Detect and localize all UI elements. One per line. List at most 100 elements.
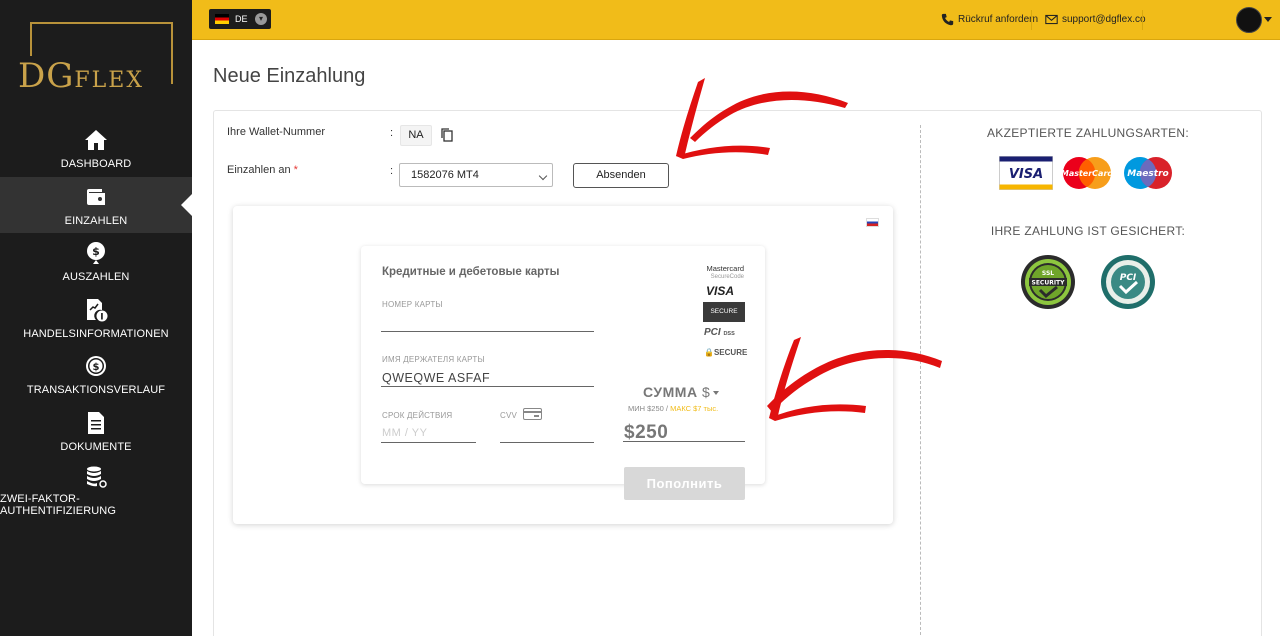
card-cvv-icon xyxy=(523,408,542,420)
document-icon xyxy=(82,409,110,437)
svg-text:i: i xyxy=(100,312,103,322)
colon: : xyxy=(390,165,394,177)
expiry-underline xyxy=(381,442,476,443)
amount-currency-selector[interactable]: СУММА $ xyxy=(643,384,720,400)
required-mark: * xyxy=(293,164,298,176)
submit-button[interactable]: Absenden xyxy=(573,163,669,188)
sidebar-item-label: DOKUMENTE xyxy=(60,440,132,453)
top-bar: DE ▾ Rückruf anfordern support@dgflex.co xyxy=(192,0,1280,40)
avatar[interactable] xyxy=(1236,7,1262,33)
wallet-number-value: NA xyxy=(400,125,432,146)
min-amount: МИН $250 / xyxy=(628,404,668,413)
dollar-coin-icon: $ xyxy=(82,239,110,267)
sidebar-item-zwei-faktor[interactable]: ZWEI-FAKTOR-AUTHENTIFIZIERUNG xyxy=(0,459,192,517)
secure-badge-text: SECURE xyxy=(713,348,748,357)
svg-text:$: $ xyxy=(92,362,99,373)
info-document-icon: i xyxy=(82,296,110,324)
callback-link[interactable]: Rückruf anfordern xyxy=(941,13,1038,26)
sidebar-item-label: DASHBOARD xyxy=(60,158,132,170)
brand-logo[interactable]: DGFLEX xyxy=(18,56,149,96)
logo-small-text: FLEX xyxy=(74,68,145,93)
card-payment-form xyxy=(361,246,765,484)
page-title: Neue Einzahlung xyxy=(213,65,366,87)
maestro-logo: Maestro xyxy=(1124,157,1172,189)
amount-underline xyxy=(623,441,745,442)
svg-text:$: $ xyxy=(92,245,100,258)
card-number-underline xyxy=(381,331,594,332)
accepted-payments-title: AKZEPTIERTE ZAHLUNGSARTEN: xyxy=(986,126,1190,140)
chevron-down-icon: ▾ xyxy=(255,13,267,25)
wallet-icon xyxy=(82,183,110,211)
expiry-input[interactable]: MM / YY xyxy=(382,427,427,439)
home-icon xyxy=(82,126,110,154)
deposit-to-label: Einzahlen an * xyxy=(227,164,298,176)
deposit-account-select[interactable]: 1582076 MT4 xyxy=(399,163,553,187)
top-up-button[interactable]: Пополнить xyxy=(624,467,745,500)
pci-compliant-seal: PCI xyxy=(1101,255,1155,309)
card-number-label: НОМЕР КАРТЫ xyxy=(382,300,443,309)
sidebar-item-dashboard[interactable]: DASHBOARD xyxy=(0,120,192,177)
ssl-security-seal: SSL SECURITY xyxy=(1021,255,1075,309)
mail-icon xyxy=(1045,14,1058,25)
logo-main-text: DG xyxy=(18,56,75,96)
sidebar-item-einzahlen[interactable]: EINZAHLEN xyxy=(0,176,192,233)
callback-label: Rückruf anfordern xyxy=(958,14,1039,25)
visa-badge: VISA xyxy=(706,284,735,298)
top-bar-separator xyxy=(1031,10,1032,30)
mastercard-logo: MasterCard xyxy=(1061,157,1114,189)
sidebar-item-label: TRANSAKTIONSVERLAUF xyxy=(26,384,166,396)
wallet-number-label: Ihre Wallet-Nummer xyxy=(227,126,325,138)
pci-text: PCI xyxy=(704,327,721,338)
language-selector[interactable]: DE ▾ xyxy=(209,9,271,29)
mastercard-badge-text: Mastercard xyxy=(706,264,744,273)
pci-seal-text: PCI xyxy=(1120,273,1137,283)
column-divider xyxy=(920,125,921,636)
caret-down-icon xyxy=(713,391,720,396)
sidebar-item-handelsinformationen[interactable]: i HANDELSINFORMATIONEN xyxy=(0,290,192,347)
visa-logo-text: VISA xyxy=(1009,167,1043,182)
card-form-title: Кредитные и дебетовые карты xyxy=(382,266,560,278)
cardholder-input[interactable]: QWEQWE ASFAF xyxy=(382,371,490,385)
support-email-link[interactable]: support@dgflex.co xyxy=(1045,13,1146,26)
dss-text: DSS xyxy=(723,331,735,337)
russian-flag-icon[interactable] xyxy=(866,218,879,227)
sidebar-item-dokumente[interactable]: DOKUMENTE xyxy=(0,403,192,460)
cvv-underline[interactable] xyxy=(500,442,594,443)
sidebar-item-label: EINZAHLEN xyxy=(64,214,128,227)
colon: : xyxy=(390,127,394,139)
sidebar-item-transaktionsverlauf[interactable]: $ TRANSAKTIONSVERLAUF xyxy=(0,346,192,403)
phone-icon xyxy=(941,13,954,26)
german-flag-icon xyxy=(215,14,229,24)
database-key-icon xyxy=(82,465,110,489)
top-bar-separator xyxy=(1142,10,1143,30)
cardholder-underline xyxy=(381,386,594,387)
sidebar-item-auszahlen[interactable]: $ AUSZAHLEN xyxy=(0,233,192,290)
sidebar-item-label: ZWEI-FAKTOR-AUTHENTIFIZIERUNG xyxy=(0,493,116,517)
amount-label: СУММА xyxy=(643,384,698,400)
cvv-label: CVV xyxy=(500,411,518,420)
secure-lock-badge: 🔒SECURE xyxy=(704,348,747,357)
visa-card-logo: VISA xyxy=(999,156,1053,190)
support-email-label: support@dgflex.co xyxy=(1062,14,1146,25)
mastercard-securecode-badge: Mastercard SecureCode xyxy=(702,265,744,281)
caret-down-icon[interactable] xyxy=(1264,17,1272,22)
expiry-label: СРОК ДЕЙСТВИЯ xyxy=(382,411,453,420)
pci-dss-badge: PCI DSS xyxy=(704,327,735,338)
ssl-seal-top-text: SSL xyxy=(1042,270,1054,277)
sidebar: DGFLEX DASHBOARD EINZAHLEN $ AUSZAHLEN i… xyxy=(0,0,192,636)
cardholder-label: ИМЯ ДЕРЖАТЕЛЯ КАРТЫ xyxy=(382,355,485,364)
sidebar-item-label: HANDELSINFORMATIONEN xyxy=(23,327,169,340)
payment-secured-title: IHRE ZAHLUNG IST GESICHERT: xyxy=(990,224,1186,238)
maestro-logo-text: Maestro xyxy=(1127,169,1168,179)
chevron-down-icon xyxy=(538,171,548,181)
history-coin-icon: $ xyxy=(82,352,110,380)
mastercard-logo-text: MasterCard xyxy=(1061,169,1114,178)
ssl-seal-main-text: SECURITY xyxy=(1032,280,1066,287)
securecode-badge-text: SecureCode xyxy=(710,274,744,280)
copy-icon[interactable] xyxy=(441,128,453,142)
language-code: DE xyxy=(235,14,248,24)
deposit-to-text: Einzahlen an xyxy=(227,164,291,176)
deposit-account-value: 1582076 MT4 xyxy=(411,169,479,181)
currency-symbol: $ xyxy=(701,384,711,400)
sidebar-nav: DASHBOARD EINZAHLEN $ AUSZAHLEN i HANDEL… xyxy=(0,120,192,517)
